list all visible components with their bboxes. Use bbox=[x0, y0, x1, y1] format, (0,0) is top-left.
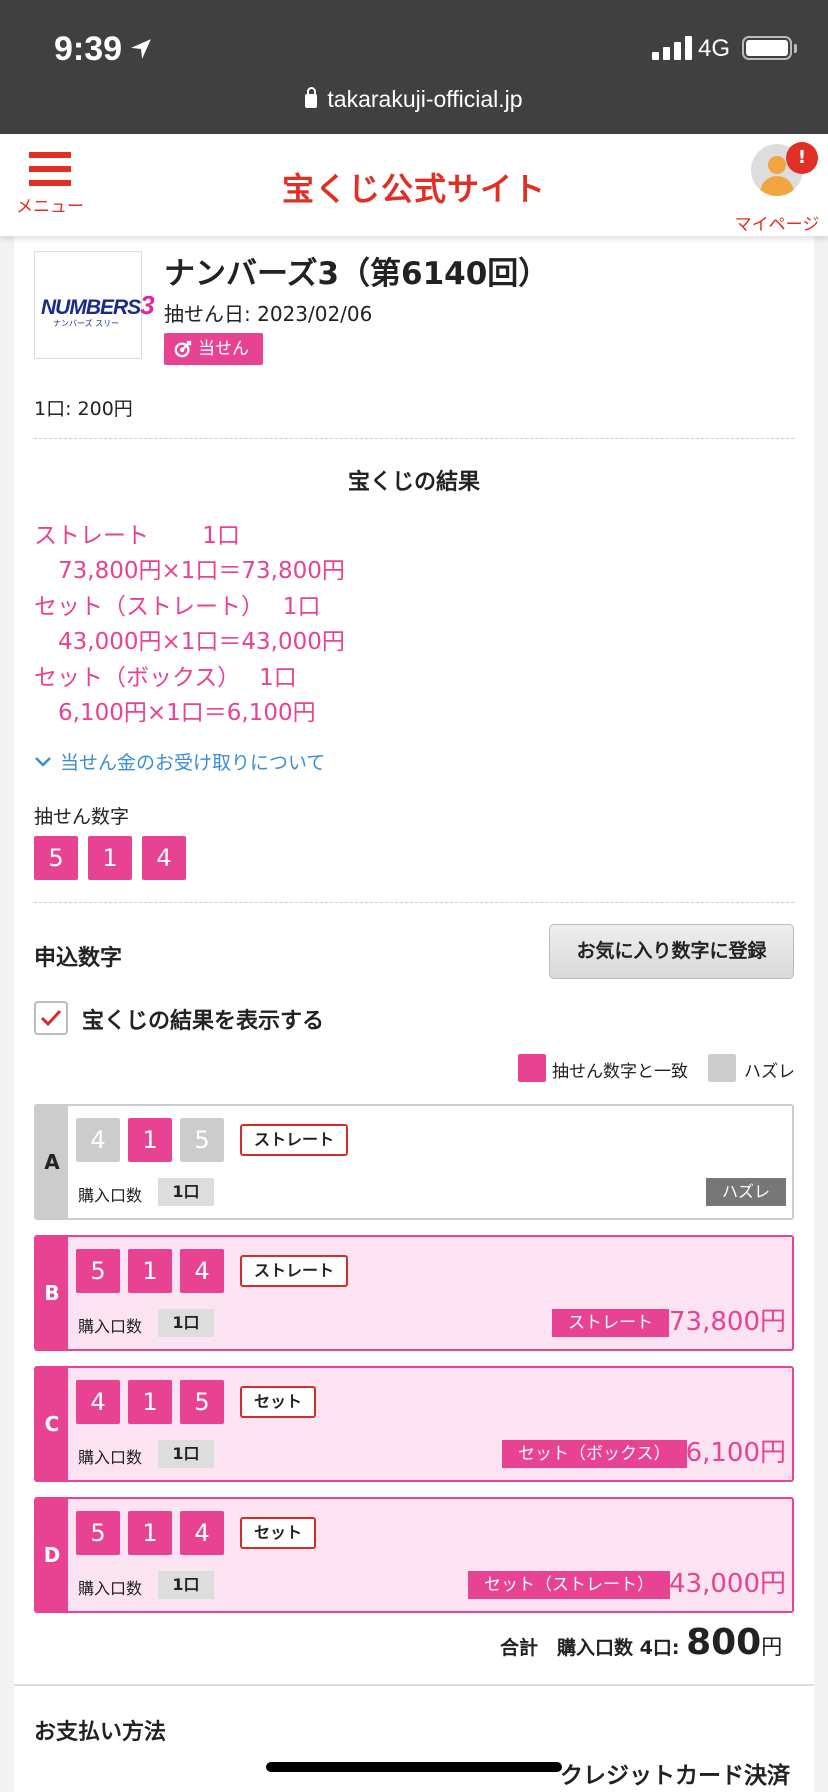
url-text: takarakuji-official.jp bbox=[327, 86, 523, 112]
row-number-ball: 1 bbox=[128, 1380, 172, 1424]
win-amount: 6,100円 bbox=[685, 1438, 786, 1468]
draw-numbers-label: 抽せん数字 bbox=[34, 806, 130, 828]
prize-calc: 6,100円×1口＝6,100円 bbox=[58, 700, 316, 726]
network-type: 4G bbox=[698, 35, 731, 62]
row-number-ball: 5 bbox=[76, 1249, 120, 1293]
legend-match-text: 抽せん数字と一致 bbox=[552, 1062, 688, 1082]
legend-match-swatch bbox=[518, 1054, 546, 1082]
total-amount: 800 bbox=[686, 1622, 762, 1663]
prize-line: セット（ボックス） 1口 bbox=[34, 665, 297, 691]
prize-line: セット（ストレート） 1口 bbox=[34, 594, 321, 620]
win-status-badge: 当せん bbox=[164, 333, 263, 365]
ticket-row-d: D 5 1 4 セット 購入口数 1口 セット（ストレート） 43,000円 bbox=[34, 1497, 794, 1613]
qty-label: 購入口数 bbox=[78, 1186, 143, 1205]
logo-subtext: ナンバーズ スリー bbox=[53, 319, 120, 328]
row-number-ball: 4 bbox=[76, 1118, 120, 1162]
qty-label: 購入口数 bbox=[78, 1579, 143, 1598]
signal-icon bbox=[652, 36, 692, 60]
logo-text: NUMBERS bbox=[41, 296, 141, 319]
ticket-row-c: C 4 1 5 セット 購入口数 1口 セット（ボックス） 6,100円 bbox=[34, 1366, 794, 1482]
qty-value: 1口 bbox=[158, 1178, 214, 1206]
receipt-info-link[interactable]: 当せん金のお受け取りについて bbox=[34, 748, 325, 775]
unit-price: 1口: 200円 bbox=[34, 398, 133, 420]
ticket-row-a: A 4 1 5 ストレート 購入口数 1口 ハズレ bbox=[34, 1104, 794, 1220]
checkmark-icon bbox=[40, 1009, 62, 1027]
legend-miss-text: ハズレ bbox=[744, 1062, 795, 1082]
prize-calc: 43,000円×1口＝43,000円 bbox=[58, 629, 345, 655]
play-type-tag: ストレート bbox=[240, 1255, 349, 1287]
result-win-tag: セット（ボックス） bbox=[502, 1440, 687, 1468]
qty-label: 購入口数 bbox=[78, 1448, 143, 1467]
payment-method-label: お支払い方法 bbox=[34, 1720, 167, 1745]
row-number-ball: 5 bbox=[180, 1118, 224, 1162]
battery-tip bbox=[794, 44, 797, 53]
draw-number-ball: 1 bbox=[88, 836, 132, 880]
draw-number-ball: 4 bbox=[142, 836, 186, 880]
ticket-row-b: B 5 1 4 ストレート 購入口数 1口 ストレート 73,800円 bbox=[34, 1235, 794, 1351]
application-numbers-label: 申込数字 bbox=[34, 946, 123, 971]
qty-label: 購入口数 bbox=[78, 1317, 143, 1336]
prize-line: ストレート 1口 bbox=[34, 523, 240, 549]
home-indicator[interactable] bbox=[266, 1762, 562, 1772]
play-type-tag: セット bbox=[240, 1386, 317, 1418]
total-unit: 円 bbox=[761, 1635, 783, 1659]
result-lose-tag: ハズレ bbox=[706, 1178, 786, 1206]
row-number-ball: 4 bbox=[180, 1511, 224, 1555]
section-divider bbox=[14, 1684, 814, 1686]
row-number-ball: 1 bbox=[128, 1249, 172, 1293]
qty-value: 1口 bbox=[158, 1309, 214, 1337]
row-letter: D bbox=[36, 1499, 68, 1611]
row-letter: C bbox=[36, 1368, 68, 1480]
numbers3-logo: NUMBERS3 ナンバーズ スリー bbox=[34, 251, 155, 359]
divider bbox=[34, 902, 794, 903]
result-win-tag: ストレート bbox=[552, 1309, 669, 1337]
row-number-ball: 4 bbox=[76, 1380, 120, 1424]
win-status-text: 当せん bbox=[198, 339, 249, 359]
receipt-link-text: 当せん金のお受け取りについて bbox=[60, 752, 326, 774]
row-letter: A bbox=[36, 1106, 68, 1218]
chevron-down-icon bbox=[35, 756, 51, 767]
logo-number: 3 bbox=[140, 290, 155, 320]
play-type-tag: セット bbox=[240, 1517, 317, 1549]
row-number-ball: 5 bbox=[180, 1380, 224, 1424]
status-bar: 9:39 4G takarakuji-official.jp bbox=[0, 0, 828, 134]
row-number-ball: 4 bbox=[180, 1249, 224, 1293]
prize-calc: 73,800円×1口＝73,800円 bbox=[58, 558, 345, 584]
site-logo[interactable]: 宝くじ公式サイト bbox=[0, 164, 828, 210]
address-bar[interactable]: takarakuji-official.jp bbox=[0, 86, 828, 113]
win-amount: 73,800円 bbox=[669, 1307, 786, 1337]
battery-icon bbox=[742, 36, 792, 60]
row-number-ball: 5 bbox=[76, 1511, 120, 1555]
legend-miss-swatch bbox=[708, 1054, 736, 1082]
register-favorite-button[interactable]: お気に入り数字に登録 bbox=[549, 924, 794, 979]
lock-icon bbox=[305, 87, 318, 108]
draw-number-ball: 5 bbox=[34, 836, 78, 880]
target-icon bbox=[174, 340, 192, 358]
mypage-label: マイページ bbox=[734, 215, 820, 235]
notification-badge[interactable]: ! bbox=[786, 142, 818, 174]
divider bbox=[34, 438, 794, 439]
result-card: NUMBERS3 ナンバーズ スリー ナンバーズ3（第6140回） 抽せん日: … bbox=[14, 236, 814, 1792]
show-results-checkbox[interactable] bbox=[34, 1001, 68, 1035]
qty-value: 1口 bbox=[158, 1571, 214, 1599]
row-number-ball: 1 bbox=[128, 1118, 172, 1162]
total-label: 合計 購入口数 4口: bbox=[500, 1637, 680, 1659]
row-letter: B bbox=[36, 1237, 68, 1349]
location-arrow-icon bbox=[131, 39, 151, 59]
site-header: メニュー 宝くじ公式サイト マイページ ! bbox=[0, 134, 828, 236]
payment-method-value: クレジットカード決済 bbox=[560, 1763, 790, 1789]
draw-date: 抽せん日: 2023/02/06 bbox=[164, 302, 373, 326]
total-summary: 合計 購入口数 4口: 800円 bbox=[500, 1622, 782, 1663]
result-win-tag: セット（ストレート） bbox=[468, 1571, 670, 1599]
results-title: 宝くじの結果 bbox=[347, 470, 480, 495]
row-number-ball: 1 bbox=[128, 1511, 172, 1555]
show-results-label[interactable]: 宝くじの結果を表示する bbox=[82, 1003, 324, 1035]
page-title: ナンバーズ3（第6140回） bbox=[164, 256, 550, 292]
win-amount: 43,000円 bbox=[669, 1569, 786, 1599]
qty-value: 1口 bbox=[158, 1440, 214, 1468]
status-time: 9:39 bbox=[54, 30, 123, 68]
play-type-tag: ストレート bbox=[240, 1124, 349, 1156]
